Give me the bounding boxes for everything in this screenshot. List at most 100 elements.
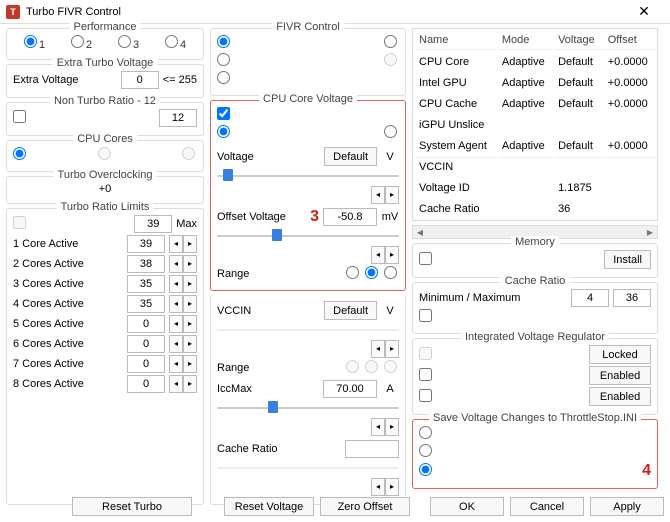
memory-group: Memory Install [412,243,658,278]
unlock-voltage-checkbox[interactable] [217,107,232,123]
non-turbo-value[interactable] [159,109,197,127]
reset-voltage-button[interactable]: Reset Voltage [224,497,314,516]
core-spin-5[interactable]: ◂▸ [169,335,197,353]
summary-header: Mode [498,31,552,50]
vreff-button[interactable]: Enabled [589,387,651,406]
save-marker: 4 [642,462,651,480]
perf-opt-2[interactable]: 2 [71,35,92,51]
core-spin-4[interactable]: ◂▸ [169,315,197,333]
fivr-intel-gpu[interactable] [384,35,399,51]
iccmax-spin[interactable]: ◂▸ [371,418,399,436]
scroll-right-icon[interactable]: ▶ [643,228,657,237]
install-button[interactable]: Install [604,250,651,269]
voltage-slider[interactable] [217,168,399,184]
turbo-limits-group: Turbo Ratio Limits Max 1 Core Active ◂▸2… [6,208,204,505]
performance-group: Performance 1 2 3 4 [6,28,204,60]
summary-table: NameModeVoltageOffset CPU CoreAdaptiveDe… [412,28,658,221]
voltage-unit: V [381,151,399,163]
offset-slider[interactable] [217,228,399,244]
core-spin-3[interactable]: ◂▸ [169,295,197,313]
cores-opt-1[interactable] [13,147,28,163]
extra-voltage-label: Extra Voltage [13,74,117,86]
offset-marker: 3 [310,208,319,226]
cache-max-input[interactable] [613,289,651,307]
vreff-checkbox[interactable] [419,389,434,405]
range-1000[interactable] [384,266,399,282]
core-spin-1[interactable]: ◂▸ [169,255,197,273]
perf-opt-4[interactable]: 4 [165,35,186,51]
core-voltage-legend: CPU Core Voltage [259,93,357,105]
iccmax-value[interactable] [323,380,377,398]
powercut-checkbox [419,347,434,363]
fivr-control-legend: FIVR Control [272,21,344,33]
core-val-3[interactable] [127,295,165,313]
perf-opt-3[interactable]: 3 [118,35,139,51]
cache-ratio-solo-value[interactable] [345,440,399,458]
apply-button[interactable]: Apply [590,497,664,516]
core-spin-2[interactable]: ◂▸ [169,275,197,293]
save-opt-2[interactable] [419,463,434,479]
save-opt-0[interactable] [419,426,434,442]
iccmax-slider[interactable] [217,400,399,416]
overclock-checkbox [13,216,28,232]
cpu-core-voltage-group: CPU Core Voltage Voltage Default V ◂▸ Of… [210,100,406,291]
extra-voltage-input[interactable] [121,71,159,89]
range-250[interactable] [365,266,380,282]
core-spin-6[interactable]: ◂▸ [169,355,197,373]
scroll-left-icon[interactable]: ◀ [413,228,427,237]
fivr-igpu-unslice [384,53,399,69]
disable-power-limits-checkbox[interactable] [419,252,434,268]
range-125[interactable] [346,266,361,282]
table-row: Voltage ID1.1875 [415,178,655,197]
core-val-4[interactable] [127,315,165,333]
voltage-spin[interactable]: ◂▸ [371,186,399,204]
cache-ratio-spin[interactable]: ◂▸ [371,478,399,496]
zero-offset-button[interactable]: Zero Offset [320,497,410,516]
fivr-cpu-core[interactable] [217,35,232,51]
app-icon: T [6,5,20,19]
vrfaults-button[interactable]: Enabled [589,366,651,385]
cache-sleep-checkbox[interactable] [419,309,434,325]
vccin-default-button[interactable]: Default [324,301,377,320]
core-spin-7[interactable]: ◂▸ [169,375,197,393]
mode-adaptive[interactable] [217,125,232,141]
reset-turbo-button[interactable]: Reset Turbo [72,497,192,516]
vrfaults-checkbox[interactable] [419,368,434,384]
core-label: 3 Cores Active [13,278,123,290]
extra-turbo-group: Extra Turbo Voltage Extra Voltage <= 255 [6,64,204,98]
vccin-200 [365,360,380,376]
cache-min-input[interactable] [571,289,609,307]
core-val-2[interactable] [127,275,165,293]
save-group: Save Voltage Changes to ThrottleStop.INI… [412,419,658,489]
ivr-legend: Integrated Voltage Regulator [461,331,609,343]
core-val-0[interactable] [127,235,165,253]
core-val-5[interactable] [127,335,165,353]
cores-opt-3 [182,147,197,163]
offset-value[interactable] [323,208,377,226]
table-row: System AgentAdaptiveDefault+0.0000 [415,136,655,155]
core-val-7[interactable] [127,375,165,393]
mode-static[interactable] [384,125,399,141]
core-val-1[interactable] [127,255,165,273]
offset-unit: mV [381,211,399,223]
cancel-button[interactable]: Cancel [510,497,584,516]
close-icon[interactable]: ✕ [624,3,664,20]
extra-voltage-suffix: <= 255 [163,74,197,86]
lock-checkbox[interactable] [13,110,28,126]
cache-ratio-group: Cache Ratio Minimum / Maximum [412,282,658,334]
table-row: CPU CoreAdaptiveDefault+0.0000 [415,52,655,71]
overclock-value[interactable] [134,215,172,233]
offset-spin[interactable]: ◂▸ [371,246,399,264]
core-spin-0[interactable]: ◂▸ [169,235,197,253]
save-opt-1[interactable] [419,444,434,460]
fivr-cpu-cache[interactable] [217,53,232,69]
fivr-system-agent[interactable] [217,71,232,87]
vccin-spin[interactable]: ◂▸ [371,340,399,358]
cache-ratio-solo-label: Cache Ratio [217,443,341,455]
powercut-locked-button[interactable]: Locked [589,345,651,364]
perf-opt-1[interactable]: 1 [24,35,45,51]
core-val-6[interactable] [127,355,165,373]
ok-button[interactable]: OK [430,497,504,516]
voltage-default-button[interactable]: Default [324,147,377,166]
table-row: Cache Ratio36 [415,199,655,218]
